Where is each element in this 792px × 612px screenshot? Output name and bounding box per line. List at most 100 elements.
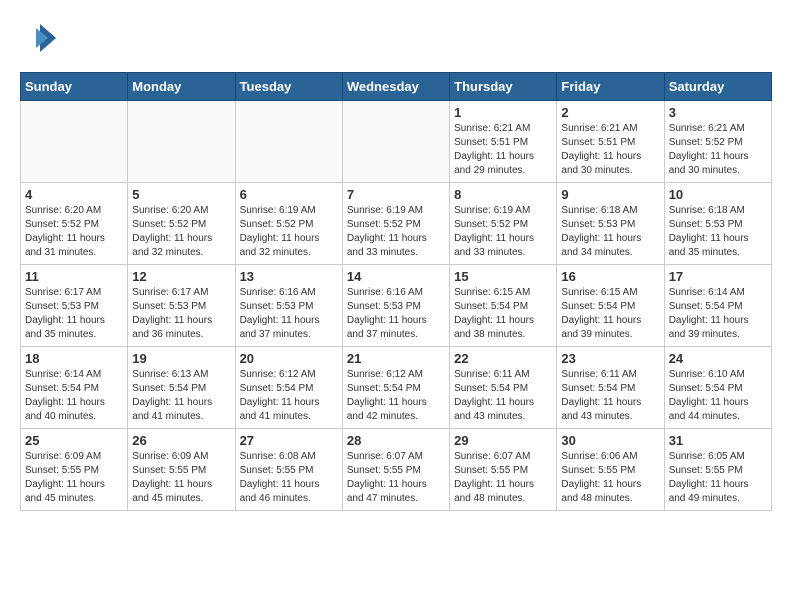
day-info: Sunrise: 6:18 AM Sunset: 5:53 PM Dayligh… bbox=[561, 204, 659, 260]
day-info: Sunrise: 6:08 AM Sunset: 5:55 PM Dayligh… bbox=[240, 450, 338, 506]
day-info: Sunrise: 6:16 AM Sunset: 5:53 PM Dayligh… bbox=[240, 286, 338, 342]
day-number: 18 bbox=[25, 351, 123, 366]
day-number: 2 bbox=[561, 105, 659, 120]
day-info: Sunrise: 6:13 AM Sunset: 5:54 PM Dayligh… bbox=[132, 368, 230, 424]
calendar-cell: 13 Sunrise: 6:16 AM Sunset: 5:53 PM Dayli… bbox=[235, 265, 342, 347]
day-info: Sunrise: 6:17 AM Sunset: 5:53 PM Dayligh… bbox=[25, 286, 123, 342]
weekday-header-thursday: Thursday bbox=[450, 73, 557, 101]
day-info: Sunrise: 6:05 AM Sunset: 5:55 PM Dayligh… bbox=[669, 450, 767, 506]
weekday-header-friday: Friday bbox=[557, 73, 664, 101]
calendar-cell: 28 Sunrise: 6:07 AM Sunset: 5:55 PM Dayli… bbox=[342, 429, 449, 511]
page-header bbox=[20, 20, 772, 56]
calendar-cell: 20Sunrise: 6:12 AM Sunset: 5:54 PM Dayli… bbox=[235, 347, 342, 429]
day-number: 21 bbox=[347, 351, 445, 366]
day-number: 17 bbox=[669, 269, 767, 284]
day-info: Sunrise: 6:21 AM Sunset: 5:51 PM Dayligh… bbox=[561, 122, 659, 178]
day-number: 28 bbox=[347, 433, 445, 448]
day-info: Sunrise: 6:14 AM Sunset: 5:54 PM Dayligh… bbox=[669, 286, 767, 342]
weekday-header-tuesday: Tuesday bbox=[235, 73, 342, 101]
calendar-cell: 9 Sunrise: 6:18 AM Sunset: 5:53 PM Daylig… bbox=[557, 183, 664, 265]
calendar-cell: 22 Sunrise: 6:11 AM Sunset: 5:54 PM Dayli… bbox=[450, 347, 557, 429]
calendar-cell: 18 Sunrise: 6:14 AM Sunset: 5:54 PM Dayli… bbox=[21, 347, 128, 429]
day-number: 27 bbox=[240, 433, 338, 448]
day-number: 30 bbox=[561, 433, 659, 448]
day-number: 5 bbox=[132, 187, 230, 202]
weekday-header-row: SundayMondayTuesdayWednesdayThursdayFrid… bbox=[21, 73, 772, 101]
day-info: Sunrise: 6:10 AM Sunset: 5:54 PM Dayligh… bbox=[669, 368, 767, 424]
calendar-cell: 4 Sunrise: 6:20 AM Sunset: 5:52 PM Daylig… bbox=[21, 183, 128, 265]
day-number: 1 bbox=[454, 105, 552, 120]
day-number: 4 bbox=[25, 187, 123, 202]
logo-icon bbox=[20, 20, 56, 56]
day-number: 12 bbox=[132, 269, 230, 284]
day-number: 29 bbox=[454, 433, 552, 448]
day-info: Sunrise: 6:15 AM Sunset: 5:54 PM Dayligh… bbox=[454, 286, 552, 342]
day-info: Sunrise: 6:12 AM Sunset: 5:54 PM Dayligh… bbox=[347, 368, 445, 424]
day-number: 24 bbox=[669, 351, 767, 366]
calendar-cell: 31 Sunrise: 6:05 AM Sunset: 5:55 PM Dayli… bbox=[664, 429, 771, 511]
calendar-cell: 8 Sunrise: 6:19 AM Sunset: 5:52 PM Daylig… bbox=[450, 183, 557, 265]
day-number: 7 bbox=[347, 187, 445, 202]
day-info: Sunrise: 6:09 AM Sunset: 5:55 PM Dayligh… bbox=[25, 450, 123, 506]
day-info: Sunrise: 6:09 AM Sunset: 5:55 PM Dayligh… bbox=[132, 450, 230, 506]
weekday-header-saturday: Saturday bbox=[664, 73, 771, 101]
day-info: Sunrise: 6:20 AM Sunset: 5:52 PM Dayligh… bbox=[25, 204, 123, 260]
calendar-cell bbox=[128, 101, 235, 183]
day-number: 26 bbox=[132, 433, 230, 448]
weekday-header-monday: Monday bbox=[128, 73, 235, 101]
calendar-cell: 19 Sunrise: 6:13 AM Sunset: 5:54 PM Dayli… bbox=[128, 347, 235, 429]
calendar-cell: 21 Sunrise: 6:12 AM Sunset: 5:54 PM Dayli… bbox=[342, 347, 449, 429]
calendar-cell: 12 Sunrise: 6:17 AM Sunset: 5:53 PM Dayli… bbox=[128, 265, 235, 347]
day-info: Sunrise: 6:18 AM Sunset: 5:53 PM Dayligh… bbox=[669, 204, 767, 260]
day-number: 31 bbox=[669, 433, 767, 448]
day-info: Sunrise: 6:20 AM Sunset: 5:52 PM Dayligh… bbox=[132, 204, 230, 260]
day-info: Sunrise: 6:11 AM Sunset: 5:54 PM Dayligh… bbox=[561, 368, 659, 424]
day-number: 6 bbox=[240, 187, 338, 202]
day-number: 11 bbox=[25, 269, 123, 284]
day-info: Sunrise: 6:11 AM Sunset: 5:54 PM Dayligh… bbox=[454, 368, 552, 424]
calendar-cell: 24 Sunrise: 6:10 AM Sunset: 5:54 PM Dayli… bbox=[664, 347, 771, 429]
day-number: 22 bbox=[454, 351, 552, 366]
day-info: Sunrise: 6:19 AM Sunset: 5:52 PM Dayligh… bbox=[347, 204, 445, 260]
calendar-cell bbox=[235, 101, 342, 183]
calendar-table: SundayMondayTuesdayWednesdayThursdayFrid… bbox=[20, 72, 772, 511]
day-info: Sunrise: 6:19 AM Sunset: 5:52 PM Dayligh… bbox=[454, 204, 552, 260]
calendar-cell: 2 Sunrise: 6:21 AM Sunset: 5:51 PM Daylig… bbox=[557, 101, 664, 183]
day-number: 10 bbox=[669, 187, 767, 202]
day-number: 19 bbox=[132, 351, 230, 366]
calendar-cell: 23 Sunrise: 6:11 AM Sunset: 5:54 PM Dayli… bbox=[557, 347, 664, 429]
calendar-cell: 26 Sunrise: 6:09 AM Sunset: 5:55 PM Dayli… bbox=[128, 429, 235, 511]
day-number: 9 bbox=[561, 187, 659, 202]
calendar-cell: 14 Sunrise: 6:16 AM Sunset: 5:53 PM Dayli… bbox=[342, 265, 449, 347]
day-info: Sunrise: 6:07 AM Sunset: 5:55 PM Dayligh… bbox=[347, 450, 445, 506]
day-number: 14 bbox=[347, 269, 445, 284]
day-number: 15 bbox=[454, 269, 552, 284]
week-row-5: 25 Sunrise: 6:09 AM Sunset: 5:55 PM Dayli… bbox=[21, 429, 772, 511]
calendar-cell bbox=[21, 101, 128, 183]
day-number: 20 bbox=[240, 351, 338, 366]
day-info: Sunrise: 6:17 AM Sunset: 5:53 PM Dayligh… bbox=[132, 286, 230, 342]
week-row-3: 11 Sunrise: 6:17 AM Sunset: 5:53 PM Dayli… bbox=[21, 265, 772, 347]
calendar-cell bbox=[342, 101, 449, 183]
calendar-cell: 17 Sunrise: 6:14 AM Sunset: 5:54 PM Dayli… bbox=[664, 265, 771, 347]
weekday-header-sunday: Sunday bbox=[21, 73, 128, 101]
day-info: Sunrise: 6:06 AM Sunset: 5:55 PM Dayligh… bbox=[561, 450, 659, 506]
calendar-cell: 11 Sunrise: 6:17 AM Sunset: 5:53 PM Dayli… bbox=[21, 265, 128, 347]
day-number: 25 bbox=[25, 433, 123, 448]
calendar-cell: 6Sunrise: 6:19 AM Sunset: 5:52 PM Daylig… bbox=[235, 183, 342, 265]
day-number: 23 bbox=[561, 351, 659, 366]
weekday-header-wednesday: Wednesday bbox=[342, 73, 449, 101]
day-info: Sunrise: 6:14 AM Sunset: 5:54 PM Dayligh… bbox=[25, 368, 123, 424]
day-number: 8 bbox=[454, 187, 552, 202]
day-info: Sunrise: 6:07 AM Sunset: 5:55 PM Dayligh… bbox=[454, 450, 552, 506]
week-row-1: 1 Sunrise: 6:21 AM Sunset: 5:51 PM Daylig… bbox=[21, 101, 772, 183]
day-info: Sunrise: 6:21 AM Sunset: 5:52 PM Dayligh… bbox=[669, 122, 767, 178]
calendar-cell: 30 Sunrise: 6:06 AM Sunset: 5:55 PM Dayli… bbox=[557, 429, 664, 511]
calendar-cell: 5 Sunrise: 6:20 AM Sunset: 5:52 PM Daylig… bbox=[128, 183, 235, 265]
day-info: Sunrise: 6:15 AM Sunset: 5:54 PM Dayligh… bbox=[561, 286, 659, 342]
logo bbox=[20, 20, 60, 56]
day-number: 3 bbox=[669, 105, 767, 120]
calendar-cell: 27 Sunrise: 6:08 AM Sunset: 5:55 PM Dayli… bbox=[235, 429, 342, 511]
day-info: Sunrise: 6:16 AM Sunset: 5:53 PM Dayligh… bbox=[347, 286, 445, 342]
day-number: 13 bbox=[240, 269, 338, 284]
